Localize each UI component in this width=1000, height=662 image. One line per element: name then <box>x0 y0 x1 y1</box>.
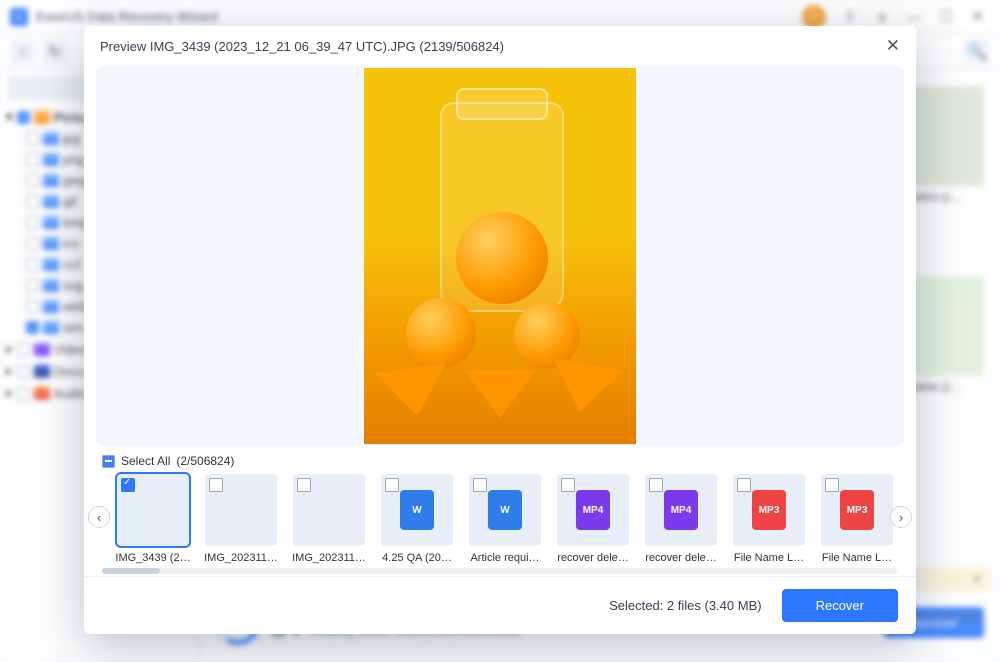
thumb-card[interactable]: MP3 File Name L… <box>728 474 810 564</box>
thumb-image <box>293 474 365 546</box>
select-all-label: Select All <box>121 454 170 468</box>
thumb-card[interactable]: IMG_202311… <box>200 474 282 564</box>
word-icon: W <box>400 490 434 530</box>
thumb-checkbox[interactable] <box>385 478 399 492</box>
thumb-card[interactable]: W 4.25 QA (20… <box>376 474 458 564</box>
thumb-card[interactable]: IMG_3439 (2… <box>112 474 194 564</box>
thumb-label: recover dele… <box>552 552 634 564</box>
dialog-selected-summary: Selected: 2 files (3.40 MB) <box>609 598 761 613</box>
preview-image <box>364 68 636 444</box>
thumb-checkbox[interactable] <box>473 478 487 492</box>
preview-pane <box>96 66 904 446</box>
preview-dialog: Preview IMG_3439 (2023_12_21 06_39_47 UT… <box>84 26 916 634</box>
next-button[interactable]: › <box>890 506 912 528</box>
thumb-image: MP3 <box>733 474 805 546</box>
app-window: + EaseUS Data Recovery Wizard ⇪ ≡ — ☐ ✕ … <box>0 0 1000 662</box>
thumb-label: File Name L… <box>728 552 810 564</box>
prev-button[interactable]: ‹ <box>88 506 110 528</box>
thumb-card[interactable]: IMG_202311… <box>288 474 370 564</box>
thumb-image <box>117 474 189 546</box>
thumb-checkbox[interactable] <box>737 478 751 492</box>
thumb-checkbox[interactable] <box>209 478 223 492</box>
thumb-checkbox[interactable] <box>561 478 575 492</box>
thumb-label: File Name L… <box>816 552 898 564</box>
thumb-card[interactable]: MP4 recover dele… <box>552 474 634 564</box>
thumb-label: IMG_202311… <box>200 552 282 564</box>
thumb-checkbox[interactable] <box>297 478 311 492</box>
thumb-checkbox[interactable] <box>121 478 135 492</box>
thumb-image: W <box>469 474 541 546</box>
thumb-card[interactable]: W Article requi… <box>464 474 546 564</box>
mp3-icon: MP3 <box>840 490 874 530</box>
dialog-title: Preview IMG_3439 (2023_12_21 06_39_47 UT… <box>100 39 504 54</box>
dialog-recover-button[interactable]: Recover <box>782 589 898 622</box>
thumbnail-scrollbar[interactable] <box>102 568 898 574</box>
thumb-card[interactable]: MP3 File Name L… <box>816 474 898 564</box>
thumb-card[interactable]: MP4 recover dele… <box>640 474 722 564</box>
thumb-label: recover dele… <box>640 552 722 564</box>
word-icon: W <box>488 490 522 530</box>
mp4-icon: MP4 <box>664 490 698 530</box>
thumb-checkbox[interactable] <box>825 478 839 492</box>
thumbnail-row: ‹ IMG_3439 (2… IMG_202311… IMG_202311… W 4.2… <box>84 470 916 564</box>
mp3-icon: MP3 <box>752 490 786 530</box>
dialog-close-icon[interactable]: ✕ <box>886 36 900 56</box>
thumb-checkbox[interactable] <box>649 478 663 492</box>
thumb-image: W <box>381 474 453 546</box>
thumb-label: IMG_3439 (2… <box>112 552 194 564</box>
thumb-label: 4.25 QA (20… <box>376 552 458 564</box>
thumb-image: MP4 <box>557 474 629 546</box>
thumb-label: IMG_202311… <box>288 552 370 564</box>
thumb-image: MP3 <box>821 474 893 546</box>
select-all-checkbox[interactable] <box>102 455 115 468</box>
select-all-count: (2/506824) <box>176 454 234 468</box>
thumb-image: MP4 <box>645 474 717 546</box>
mp4-icon: MP4 <box>576 490 610 530</box>
thumb-label: Article requi… <box>464 552 546 564</box>
thumb-image <box>205 474 277 546</box>
